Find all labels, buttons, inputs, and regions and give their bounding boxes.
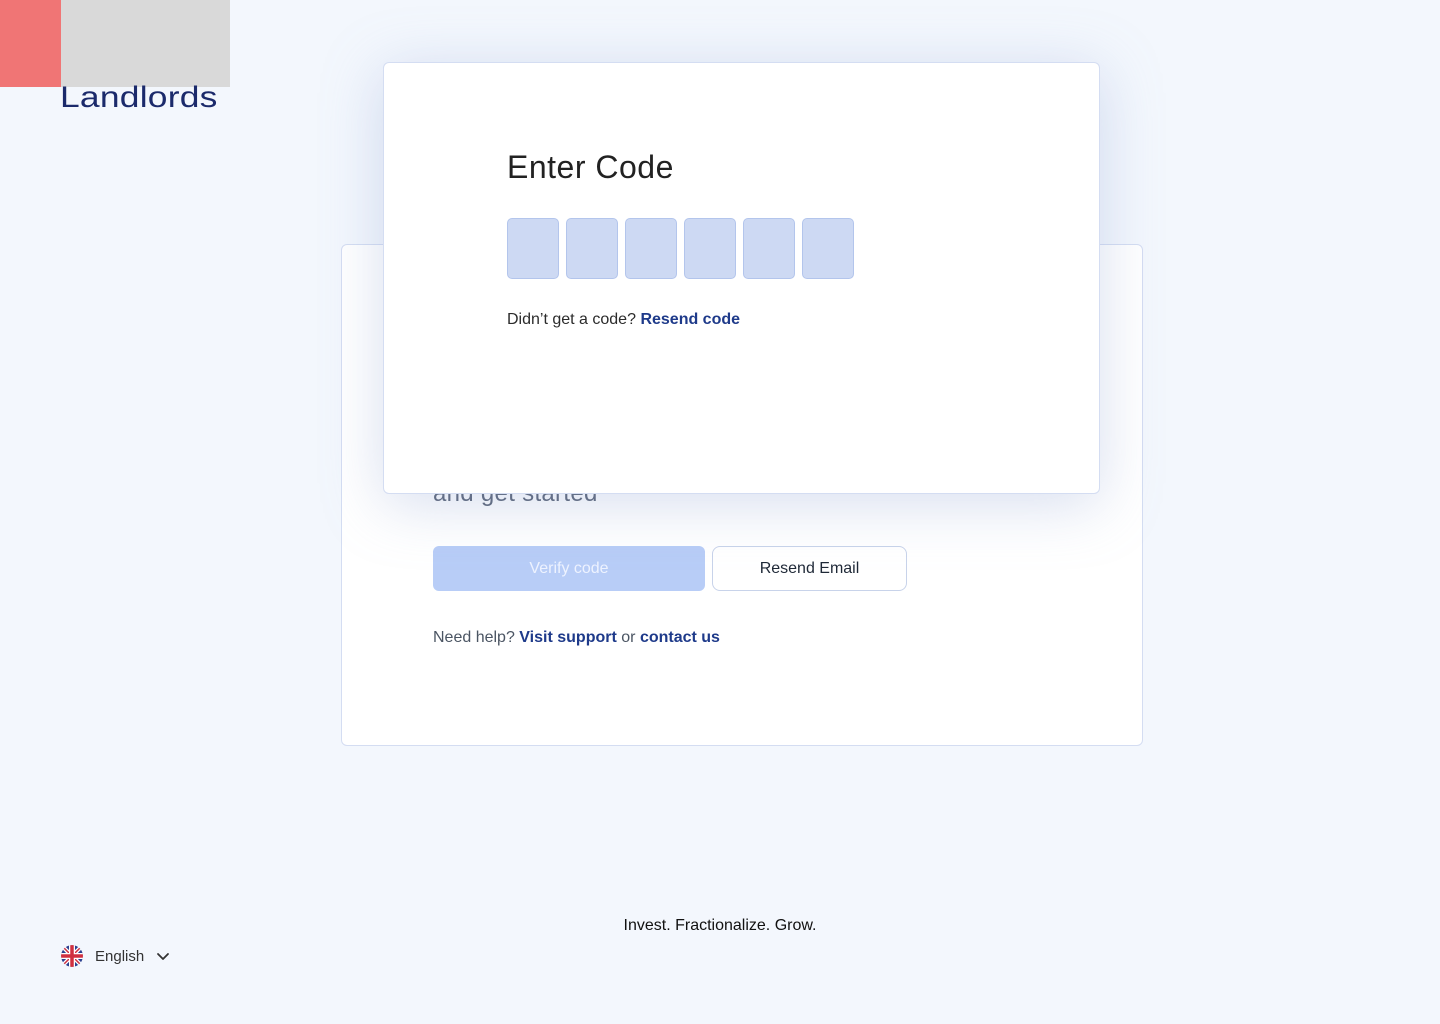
language-label: English — [95, 947, 145, 965]
resend-email-button[interactable]: Resend Email — [712, 546, 907, 591]
resend-code-link[interactable]: Resend code — [640, 311, 740, 328]
chevron-down-icon — [157, 953, 170, 960]
enter-code-modal: Enter Code Didn’t get a code? Resend cod… — [383, 62, 1100, 494]
visit-support-link[interactable]: Visit support — [519, 629, 617, 646]
code-digit-input[interactable] — [684, 218, 736, 279]
logo[interactable]: Landlords — [0, 0, 232, 114]
modal-title: Enter Code — [507, 149, 674, 185]
resend-prompt: Didn’t get a code? — [507, 311, 636, 328]
code-digit-input[interactable] — [802, 218, 854, 279]
code-digit-input[interactable] — [566, 218, 618, 279]
code-digit-input[interactable] — [507, 218, 559, 279]
page: Landlords and get started Verify code Re… — [0, 0, 1440, 1024]
code-input-group — [507, 218, 854, 279]
logo-wordmark: Landlords — [60, 81, 218, 114]
code-digit-input[interactable] — [625, 218, 677, 279]
help-text: Need help? Visit support or contact us — [433, 629, 720, 647]
resend-code-line: Didn’t get a code? Resend code — [507, 311, 740, 329]
contact-us-link[interactable]: contact us — [640, 629, 720, 646]
verify-code-button[interactable]: Verify code — [433, 546, 705, 591]
uk-flag-icon — [61, 945, 83, 967]
help-or: or — [621, 629, 636, 646]
logo-red-block — [0, 0, 61, 87]
language-selector[interactable]: English — [61, 945, 170, 967]
tagline: Invest. Fractionalize. Grow. — [623, 917, 817, 934]
code-digit-input[interactable] — [743, 218, 795, 279]
help-prefix: Need help? — [433, 629, 515, 646]
logo-image-placeholder — [61, 0, 230, 87]
